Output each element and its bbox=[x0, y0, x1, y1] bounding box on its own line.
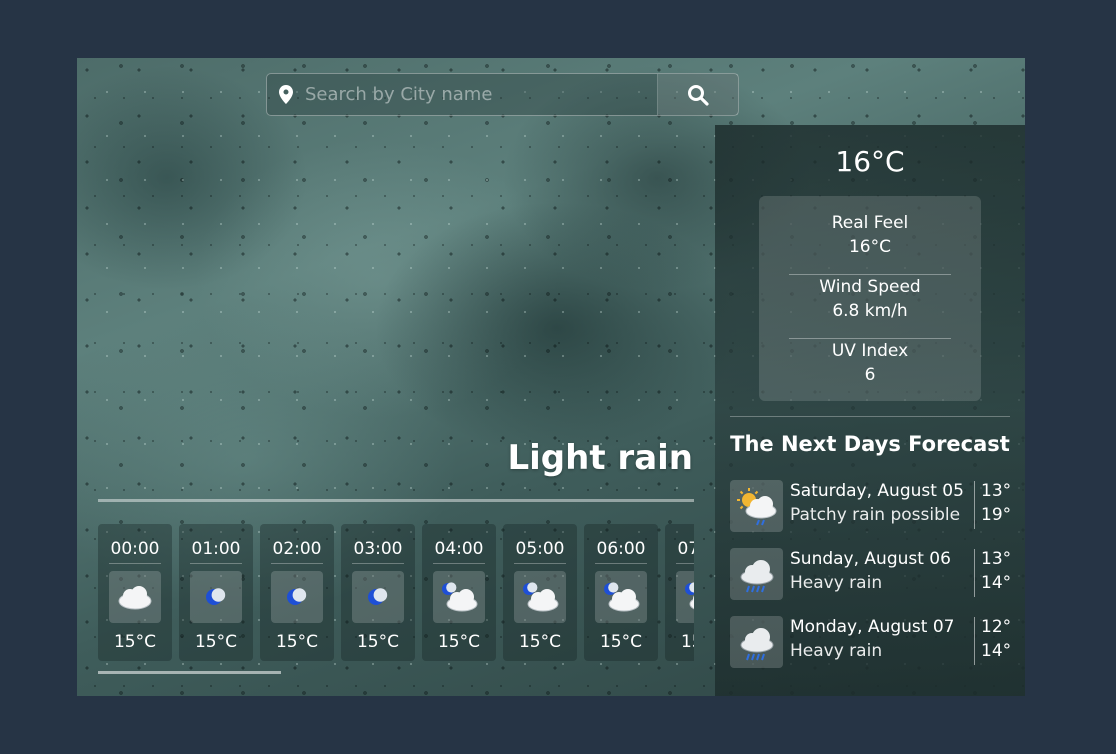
forecast-day-condition: Patchy rain possible bbox=[790, 505, 961, 525]
partly-cloudy-night-icon bbox=[514, 571, 566, 623]
hour-time: 02:00 bbox=[272, 539, 322, 559]
hour-temperature: 15°C bbox=[194, 632, 237, 652]
search-button[interactable] bbox=[657, 74, 738, 115]
hour-time: 07:00 bbox=[677, 539, 695, 559]
detail-uv-index: UV Index 6 bbox=[759, 339, 981, 403]
hourly-card: 05:00 15°C bbox=[503, 524, 577, 661]
hour-time: 03:00 bbox=[353, 539, 403, 559]
detail-label: Real Feel bbox=[831, 213, 909, 233]
moon-icon bbox=[352, 571, 404, 623]
hour-time: 01:00 bbox=[191, 539, 241, 559]
forecast-day-condition: Heavy rain bbox=[790, 573, 883, 593]
divider bbox=[676, 563, 694, 564]
partly-cloudy-night-icon bbox=[595, 571, 647, 623]
current-temperature: 16°C bbox=[835, 145, 905, 178]
divider bbox=[109, 563, 161, 564]
detail-value: 6 bbox=[864, 365, 876, 385]
hourly-card: 01:00 15°C bbox=[179, 524, 253, 661]
hourly-card: 06:00 15°C bbox=[584, 524, 658, 661]
hour-temperature: 15°C bbox=[680, 632, 694, 652]
forecast-day-name: Saturday, August 05 bbox=[790, 481, 964, 501]
hour-time: 06:00 bbox=[596, 539, 646, 559]
forecast-low-temp: 14° bbox=[981, 573, 1012, 593]
forecast-title: The Next Days Forecast bbox=[730, 432, 1010, 456]
partly-cloudy-night-icon bbox=[433, 571, 485, 623]
city-search-input[interactable] bbox=[305, 74, 657, 115]
divider bbox=[514, 563, 566, 564]
forecast-day-name: Monday, August 07 bbox=[790, 617, 955, 637]
divider bbox=[974, 481, 975, 529]
hour-time: 05:00 bbox=[515, 539, 565, 559]
patchy-rain-icon bbox=[730, 480, 783, 532]
divider bbox=[974, 549, 975, 597]
partly-cloudy-night-icon bbox=[676, 571, 694, 623]
cloudy-night-icon bbox=[109, 571, 161, 623]
current-condition: Light rain bbox=[507, 438, 693, 478]
divider bbox=[190, 563, 242, 564]
forecast-low-temp: 19° bbox=[981, 505, 1012, 525]
hour-time: 04:00 bbox=[434, 539, 484, 559]
detail-real-feel: Real Feel 16°C bbox=[759, 211, 981, 275]
forecast-day-row: Sunday, August 06 Heavy rain 13° 14° bbox=[730, 547, 1015, 601]
forecast-day-row: Monday, August 07 Heavy rain 12° 14° bbox=[730, 615, 1015, 669]
forecast-day-row: Saturday, August 05 Patchy rain possible 1… bbox=[730, 479, 1015, 533]
hourly-card: 00:00 15°C bbox=[98, 524, 172, 661]
weather-details-card: Real Feel 16°C Wind Speed 6.8 km/h UV In… bbox=[759, 196, 981, 401]
forecast-low-temp: 14° bbox=[981, 641, 1012, 661]
moon-icon bbox=[190, 571, 242, 623]
detail-label: UV Index bbox=[831, 341, 909, 361]
search-icon bbox=[688, 84, 709, 106]
divider bbox=[271, 563, 323, 564]
hour-temperature: 15°C bbox=[437, 632, 480, 652]
divider bbox=[974, 617, 975, 665]
forecast-high-temp: 13° bbox=[981, 481, 1012, 501]
moon-icon bbox=[271, 571, 323, 623]
hourly-card: 03:00 15°C bbox=[341, 524, 415, 661]
hourly-forecast[interactable]: 00:00 15°C 01:00 15°C 02:00 15°C 03:00 15°C 04:0… bbox=[98, 524, 694, 664]
forecast-day-condition: Heavy rain bbox=[790, 641, 883, 661]
hour-temperature: 15°C bbox=[356, 632, 399, 652]
divider bbox=[98, 499, 694, 502]
detail-label: Wind Speed bbox=[819, 277, 921, 297]
forecast-day-name: Sunday, August 06 bbox=[790, 549, 951, 569]
hour-temperature: 15°C bbox=[113, 632, 156, 652]
details-panel: 16°C Real Feel 16°C Wind Speed 6.8 km/h … bbox=[715, 125, 1025, 696]
hourly-scrollbar[interactable] bbox=[98, 671, 281, 674]
weather-app: Light rain 00:0015°C01:0015°C02:0015°C03… bbox=[77, 58, 1025, 696]
divider bbox=[352, 563, 404, 564]
hourly-card: 07:00 15°C bbox=[665, 524, 694, 661]
location-pin-icon bbox=[267, 74, 305, 115]
detail-value: 16°C bbox=[848, 237, 891, 257]
forecast-high-temp: 13° bbox=[981, 549, 1012, 569]
hourly-card: 02:00 15°C bbox=[260, 524, 334, 661]
heavy-rain-icon bbox=[730, 616, 783, 668]
hour-temperature: 15°C bbox=[599, 632, 642, 652]
hour-temperature: 15°C bbox=[518, 632, 561, 652]
hour-time: 00:00 bbox=[110, 539, 160, 559]
divider bbox=[730, 416, 1010, 417]
divider bbox=[433, 563, 485, 564]
heavy-rain-icon bbox=[730, 548, 783, 600]
search-bar bbox=[266, 73, 739, 116]
forecast-high-temp: 12° bbox=[981, 617, 1012, 637]
detail-wind-speed: Wind Speed 6.8 km/h bbox=[759, 275, 981, 339]
hourly-card: 04:00 15°C bbox=[422, 524, 496, 661]
hour-temperature: 15°C bbox=[275, 632, 318, 652]
divider bbox=[595, 563, 647, 564]
detail-value: 6.8 km/h bbox=[832, 301, 908, 321]
